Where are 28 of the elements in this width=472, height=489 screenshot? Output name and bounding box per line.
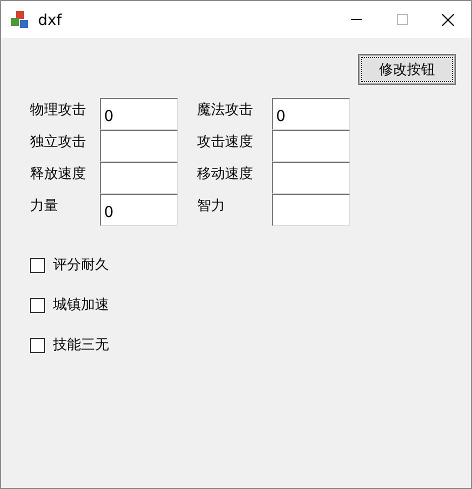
minimize-icon	[350, 19, 362, 20]
maximize-icon	[396, 14, 408, 25]
close-icon	[442, 14, 454, 26]
checkbox[interactable]	[30, 298, 45, 312]
checkbox[interactable]	[30, 338, 45, 352]
field-label: 力量	[30, 197, 59, 216]
checkbox-label: 技能三无	[53, 336, 109, 354]
input-field[interactable]	[272, 194, 350, 226]
checkbox-label: 城镇加速	[53, 296, 109, 314]
input-field[interactable]	[272, 162, 350, 194]
field-label: 移动速度	[197, 165, 254, 184]
input-field[interactable]	[100, 162, 178, 194]
field-label: 攻击速度	[197, 133, 254, 152]
field-label: 物理攻击	[30, 101, 87, 120]
window-title: dxf	[38, 10, 62, 28]
field-label: 智力	[197, 197, 226, 216]
input-field[interactable]: 0	[100, 98, 178, 130]
field-label: 魔法攻击	[197, 101, 254, 120]
input-field[interactable]	[100, 130, 178, 162]
field-label: 独立攻击	[30, 133, 87, 152]
checkbox[interactable]	[30, 258, 45, 272]
input-field[interactable]: 0	[100, 194, 178, 226]
modify-button[interactable]: 修改按钮	[358, 54, 456, 85]
input-field[interactable]	[272, 130, 350, 162]
cubes-icon	[10, 10, 30, 30]
input-field[interactable]: 0	[272, 98, 350, 130]
checkbox-label: 评分耐久	[53, 256, 109, 274]
field-label: 释放速度	[30, 165, 87, 184]
